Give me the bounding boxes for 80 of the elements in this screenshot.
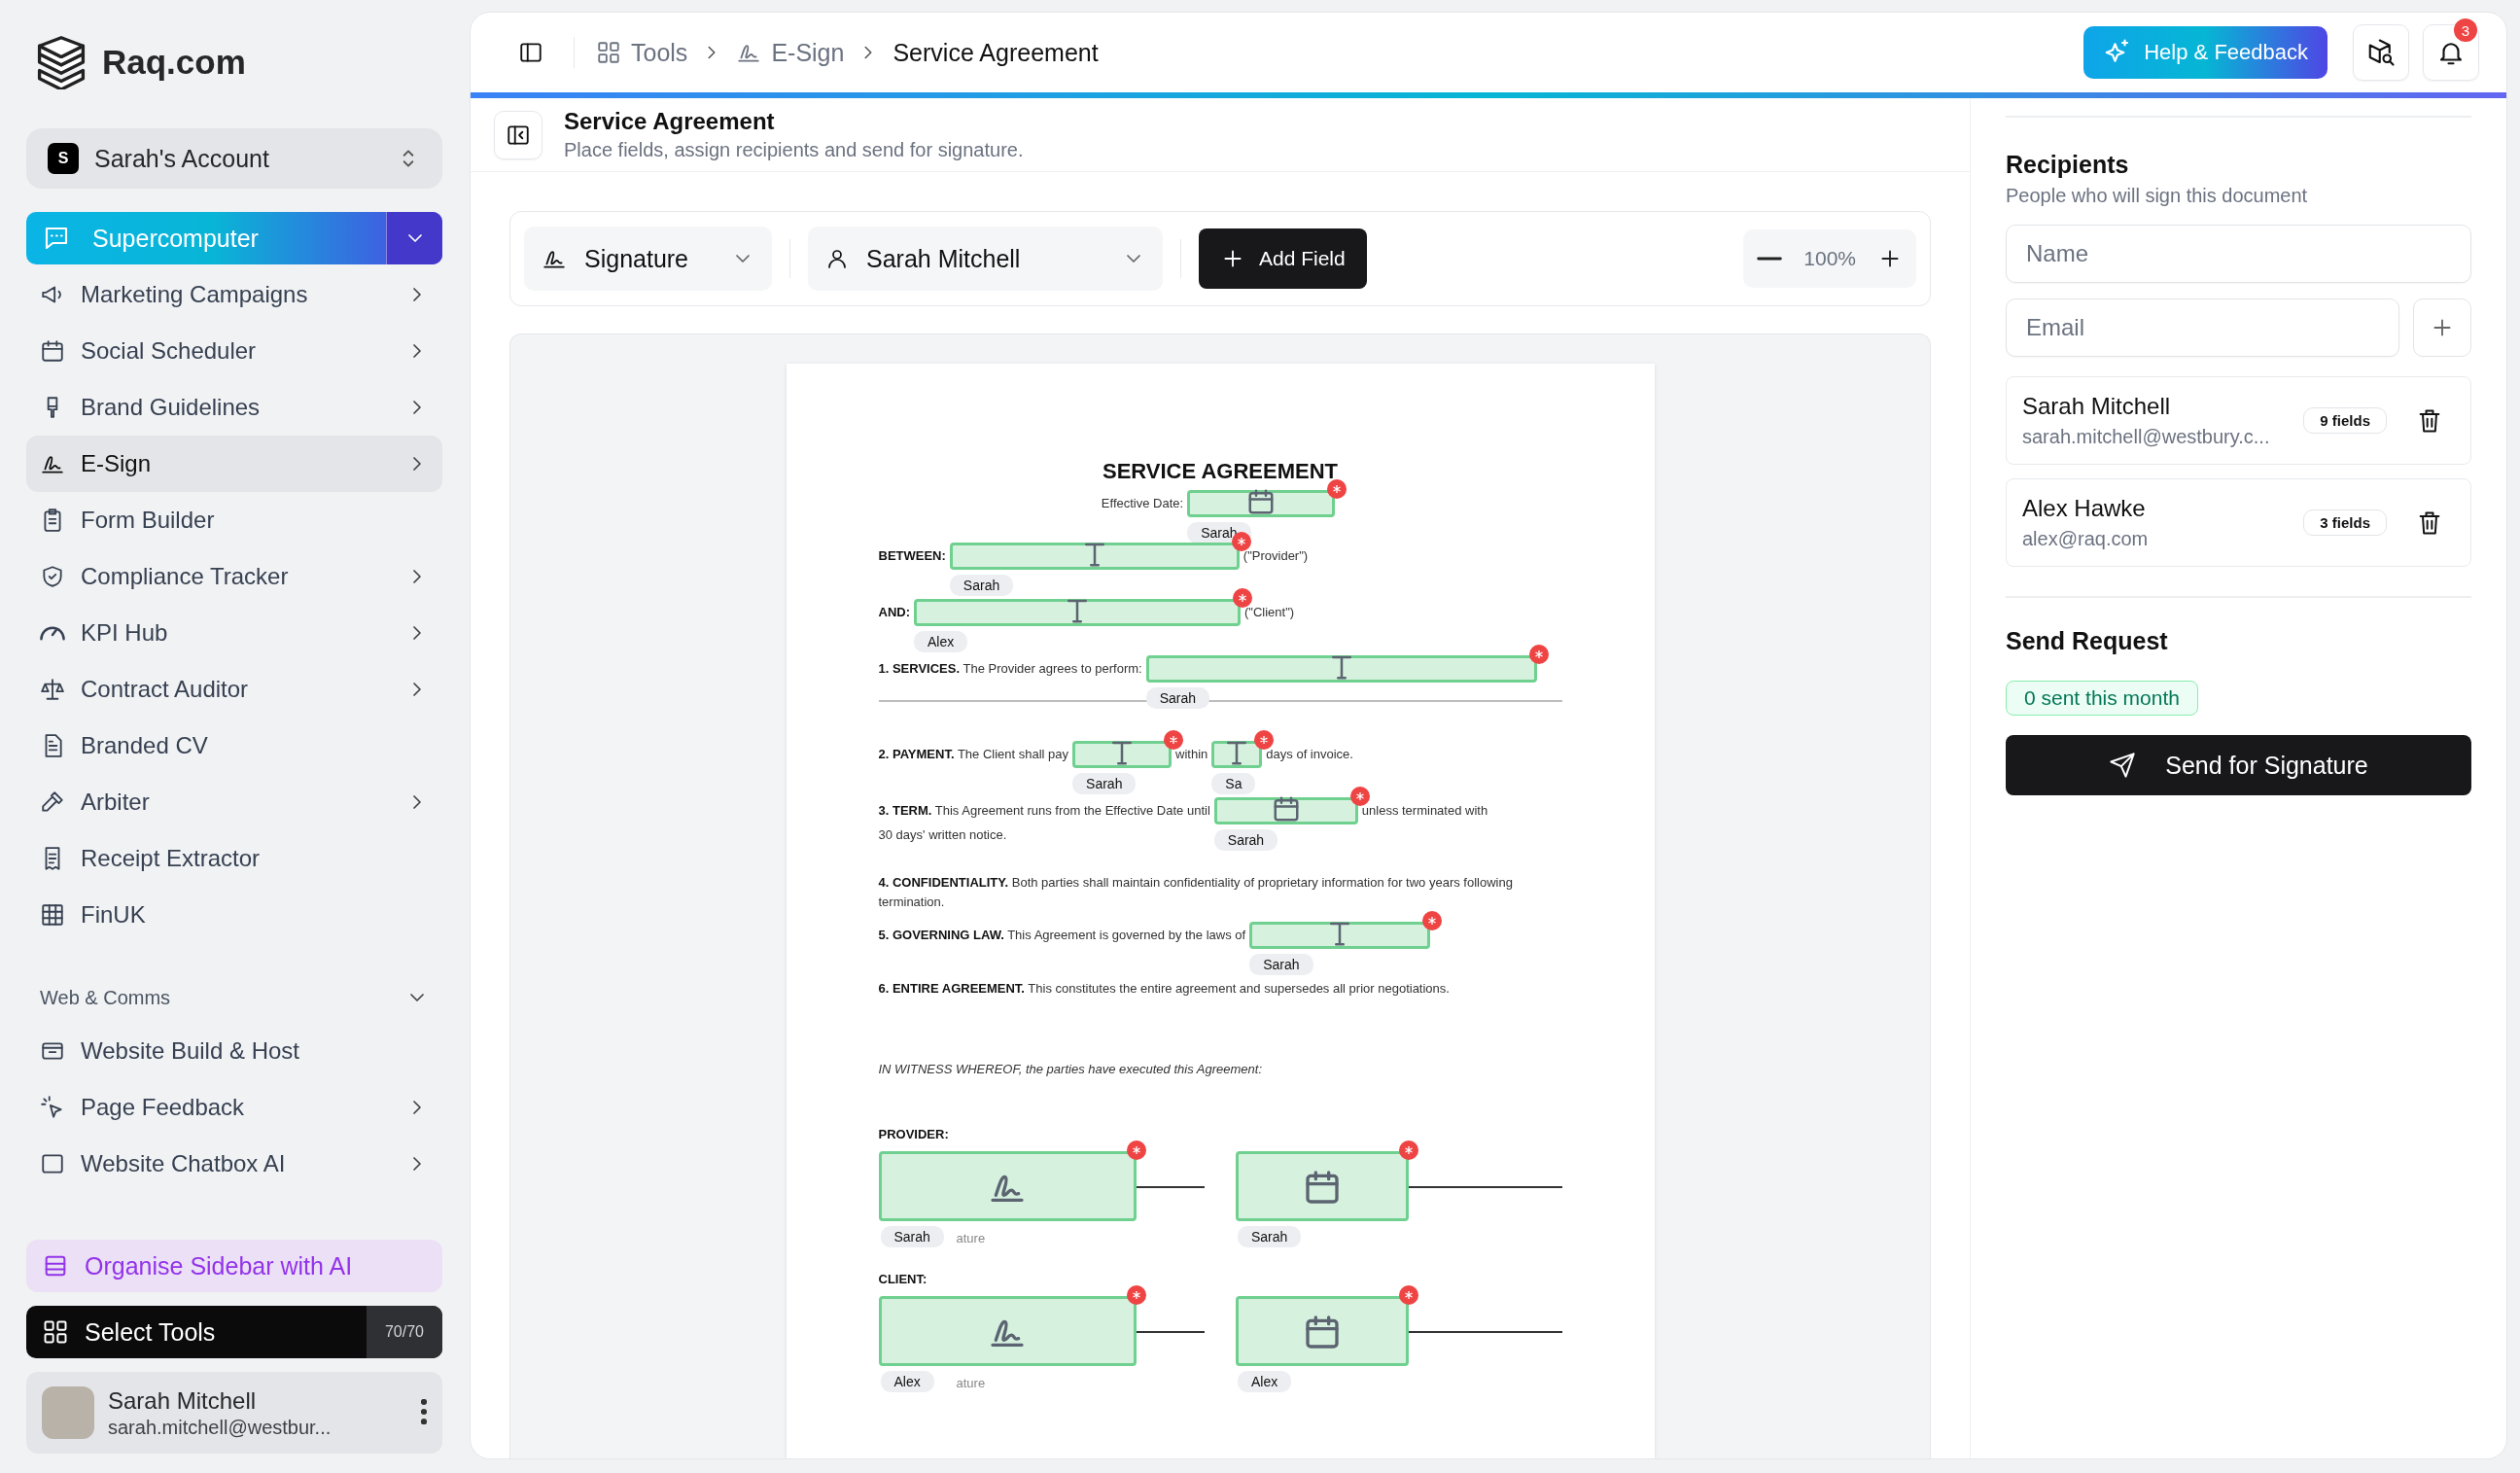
user-name: Sarah Mitchell	[108, 1386, 258, 1415]
assignee-tag: Sa	[1211, 773, 1256, 794]
account-switcher[interactable]: S Sarah's Account	[26, 128, 442, 189]
breadcrumb-link[interactable]: Service Agreement	[892, 38, 1099, 67]
recipient-dropdown[interactable]: Sarah Mitchell	[808, 227, 1163, 291]
assignee-tag: Alex	[914, 631, 968, 652]
clause-text: 30 days' written notice.	[878, 826, 1007, 842]
clause-text: 5. GOVERNING LAW. This Agreement is governed by the laws of	[878, 927, 1246, 942]
sidebar-item[interactable]: Compliance Tracker	[26, 548, 442, 605]
user-email: sarah.mitchell@westbur...	[108, 1416, 332, 1439]
sidebar-item[interactable]: FinUK	[26, 887, 442, 943]
brand-name: Raq.com	[102, 43, 246, 82]
clause-text: within	[1175, 747, 1208, 761]
send-for-signature-button[interactable]: Send for Signature	[2006, 735, 2471, 795]
witness-statement: IN WITNESS WHEREOF, the parties have executed this Agreement:	[878, 1062, 1263, 1077]
clause-text: 4. CONFIDENTIALITY. Both parties shall maintain confidentiality of proprietary information for two years following termination.	[878, 874, 1513, 909]
clause-text: 2. PAYMENT. The Client shall pay	[878, 747, 1069, 761]
field-count-badge: 3 fields	[2303, 509, 2387, 536]
assignee-tag: Sarah	[880, 1226, 944, 1248]
recipient-email: alex@raq.com	[2022, 528, 2150, 550]
breadcrumb-link[interactable]: E-Sign	[736, 38, 845, 67]
section-title: Send Request	[2006, 627, 2169, 655]
clause-text: BETWEEN:	[878, 548, 946, 563]
breadcrumb-link[interactable]: Tools	[596, 38, 688, 67]
document-title: SERVICE AGREEMENT	[1101, 459, 1339, 484]
sidebar-item[interactable]: KPI Hub	[26, 605, 442, 661]
clause-text: days of invoice.	[1266, 747, 1353, 761]
sidebar-item[interactable]: Receipt Extractor	[26, 830, 442, 887]
tool-count: 70/70	[367, 1306, 442, 1358]
assignee-tag: Sarah	[1238, 1226, 1302, 1248]
sidebar-item[interactable]: Branded CV	[26, 718, 442, 774]
assignee-tag: Alex	[880, 1371, 934, 1393]
recipient-name: Sarah Mitchell	[2022, 393, 2172, 420]
sent-count-badge: 0 sent this month	[2006, 681, 2198, 716]
clause-text: ("Provider")	[1242, 548, 1309, 563]
section-title: Recipients	[2006, 151, 2130, 179]
sidebar-item[interactable]: Social Scheduler	[26, 323, 442, 379]
assignee-tag: Sarah	[1145, 687, 1210, 709]
party-label: PROVIDER:	[878, 1127, 950, 1142]
line-caption: ature	[956, 1376, 986, 1391]
clause-text: 6. ENTIRE AGREEMENT. This constitutes the entire agreement and supersedes all prior negotiations.	[878, 980, 1450, 996]
clause-text: AND:	[878, 605, 910, 619]
field-type-dropdown[interactable]: Signature	[524, 227, 772, 291]
zoom-level: 100%	[1803, 247, 1856, 270]
page-title: Service Agreement	[564, 108, 776, 135]
sidebar-item[interactable]: Form Builder	[26, 492, 442, 548]
sidebar-item[interactable]: E-Sign	[26, 436, 442, 492]
account-avatar: S	[48, 143, 79, 174]
clause-text: Effective Date:	[1101, 496, 1184, 510]
sidebar-item[interactable]: Arbiter	[26, 774, 442, 830]
clause-text: ("Client")	[1244, 605, 1295, 619]
clause-text: 3. TERM. This Agreement runs from the Effective Date until	[878, 803, 1210, 818]
party-label: CLIENT:	[878, 1272, 928, 1287]
clause-text: unless terminated with	[1361, 803, 1488, 818]
section-header[interactable]: Web & Comms	[26, 972, 442, 1023]
clause-text: 1. SERVICES. The Provider agrees to perform:	[878, 661, 1142, 676]
section-subtitle: People who will sign this document	[2006, 185, 2309, 207]
sidebar-item[interactable]: Marketing Campaigns	[26, 266, 442, 323]
email-input[interactable]: Email	[2006, 298, 2399, 357]
assignee-tag: Sarah	[1213, 829, 1278, 851]
assignee-tag: Alex	[1238, 1371, 1292, 1393]
user-card[interactable]: Sarah Mitchell sarah.mitchell@westbur...	[26, 1372, 442, 1454]
assignee-tag: Sarah	[1249, 953, 1313, 975]
field-count-badge: 9 fields	[2303, 407, 2387, 434]
notification-badge: 3	[2454, 18, 2477, 42]
assignee-tag: Sarah	[949, 575, 1014, 596]
sidebar-item[interactable]: Website Chatbox AI	[26, 1136, 442, 1192]
sidebar-item[interactable]: Website Build & Host	[26, 1023, 442, 1079]
recipient-email: sarah.mitchell@westbury.c...	[2022, 426, 2271, 448]
recipient-name: Alex Hawke	[2022, 495, 2147, 522]
organise-sidebar-button[interactable]: Organise Sidebar with AI	[26, 1240, 442, 1292]
assignee-tag: Sarah	[1072, 773, 1137, 794]
page-subtitle: Place fields, assign recipients and send for signature.	[564, 139, 1024, 161]
line-caption: ature	[956, 1231, 986, 1246]
sidebar-item[interactable]: Brand Guidelines	[26, 379, 442, 436]
select-tools-button[interactable]: Select Tools	[26, 1306, 367, 1358]
add-field-button[interactable]: Add Field	[1199, 228, 1367, 289]
name-input[interactable]: Name	[2006, 225, 2471, 283]
sidebar-item[interactable]: Page Feedback	[26, 1079, 442, 1136]
sidebar-item[interactable]: Contract Auditor	[26, 661, 442, 718]
